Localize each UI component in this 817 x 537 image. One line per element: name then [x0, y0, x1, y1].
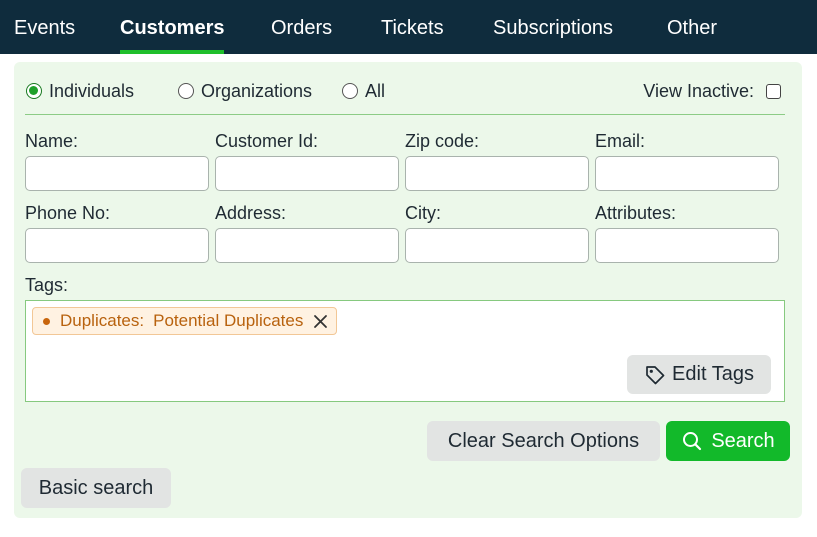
view-inactive-checkbox[interactable]: [766, 83, 781, 99]
attributes-label: Attributes:: [595, 203, 677, 223]
search-button[interactable]: Search: [666, 421, 790, 461]
email-label: Email:: [595, 131, 646, 151]
edit-tags-button[interactable]: Edit Tags: [627, 355, 771, 394]
phone-input[interactable]: [25, 228, 209, 263]
zip-code-input[interactable]: [405, 156, 589, 191]
tag-category: Duplicates:: [60, 311, 145, 330]
radio-individuals[interactable]: Individuals: [26, 80, 134, 102]
tab-label: Tickets: [381, 17, 444, 39]
tag-icon: [644, 364, 666, 386]
tab-customers[interactable]: Customers: [120, 0, 225, 54]
close-icon[interactable]: [313, 314, 328, 329]
tag-chip: Duplicates: Potential Duplicates: [32, 307, 338, 335]
basic-search-button[interactable]: Basic search: [21, 468, 171, 508]
clear-search-options-button[interactable]: Clear Search Options: [427, 421, 660, 461]
tab-subscriptions[interactable]: Subscriptions: [493, 0, 613, 54]
tab-label: Orders: [271, 17, 333, 39]
tags-label: Tags:: [25, 275, 69, 295]
view-inactive-label: View Inactive:: [643, 80, 754, 101]
name-input[interactable]: [25, 156, 209, 191]
tag-dot-icon: [43, 317, 50, 325]
name-label: Name:: [25, 131, 79, 151]
email-input[interactable]: [595, 156, 779, 191]
city-label: City:: [405, 203, 441, 223]
radio-organizations[interactable]: Organizations: [178, 80, 312, 102]
radio-all[interactable]: All: [342, 80, 385, 102]
customer-id-label: Customer Id:: [215, 131, 319, 151]
tags-field[interactable]: Duplicates: Potential Duplicates Edit Ta…: [25, 300, 785, 402]
customer-search-panel: Individuals Organizations All View Inact…: [14, 62, 802, 518]
tab-tickets[interactable]: Tickets: [381, 0, 444, 54]
top-nav: Events Customers Orders Tickets Subscrip…: [0, 0, 817, 54]
search-icon: [681, 430, 703, 452]
zip-code-label: Zip code:: [405, 131, 480, 151]
radio-label: Organizations: [201, 80, 313, 101]
tab-label: Subscriptions: [493, 17, 614, 39]
address-input[interactable]: [215, 228, 399, 263]
basic-search-label: Basic search: [38, 476, 154, 499]
radio-checked-indicator[interactable]: [26, 83, 42, 99]
active-tab-indicator: [120, 50, 225, 54]
tag-value: Potential Duplicates: [153, 311, 304, 330]
edit-tags-label: Edit Tags: [672, 363, 754, 385]
radio-label: All: [365, 80, 386, 101]
radio-label: Individuals: [49, 80, 135, 101]
tab-label: Customers: [120, 17, 225, 39]
tab-label: Other: [667, 17, 718, 39]
attributes-input[interactable]: [595, 228, 779, 263]
tab-other[interactable]: Other: [667, 0, 717, 54]
city-input[interactable]: [405, 228, 589, 263]
tab-label: Events: [14, 17, 76, 39]
phone-label: Phone No:: [25, 203, 111, 223]
customer-id-input[interactable]: [215, 156, 399, 191]
tab-orders[interactable]: Orders: [271, 0, 332, 54]
view-inactive-toggle: View Inactive:: [643, 80, 781, 102]
search-label: Search: [711, 429, 775, 452]
radio-indicator[interactable]: [342, 83, 358, 99]
address-label: Address:: [215, 203, 287, 223]
radio-indicator[interactable]: [178, 83, 194, 99]
clear-search-label: Clear Search Options: [447, 429, 640, 452]
tab-events[interactable]: Events: [14, 0, 75, 54]
section-divider: [25, 114, 785, 115]
